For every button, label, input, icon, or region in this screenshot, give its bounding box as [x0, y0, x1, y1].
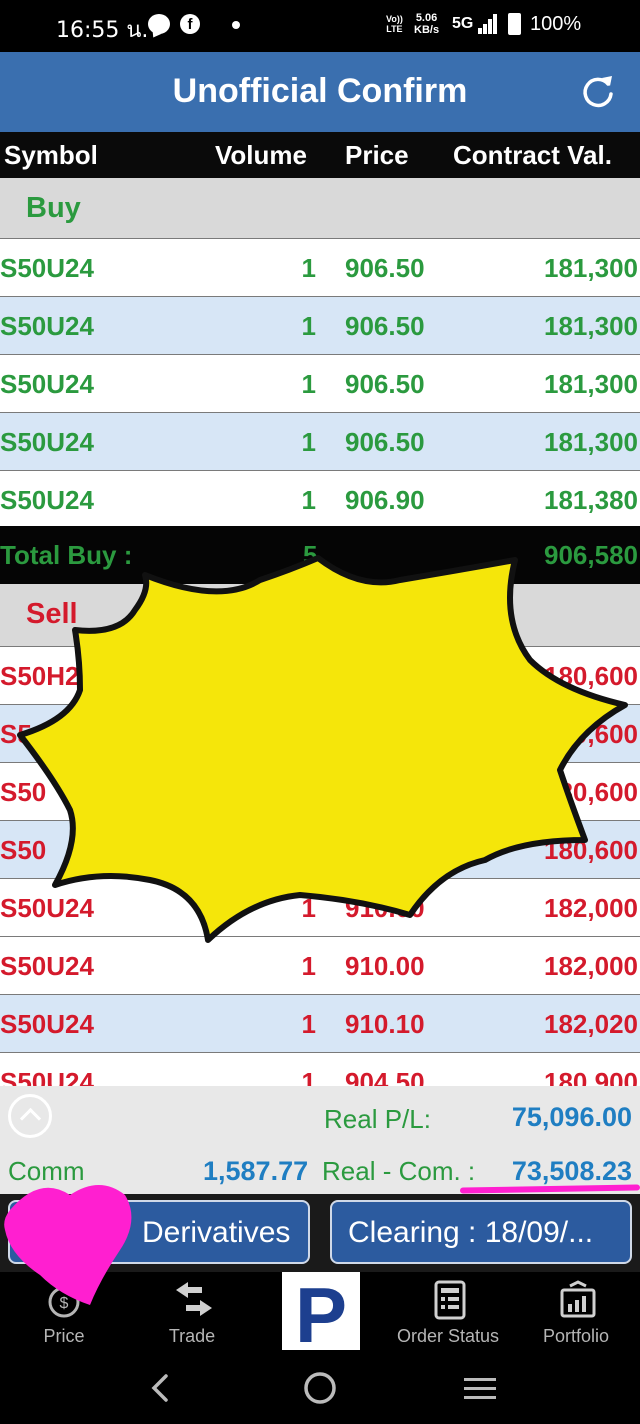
row-price: 910.10 [345, 1009, 425, 1039]
yellow-burst-overlay [17, 555, 628, 943]
tab-trade[interactable]: Trade [128, 1272, 256, 1352]
col-volume: Volume [215, 140, 307, 170]
row-symbol: S50U24 [0, 1009, 94, 1039]
real-pl-label: Real P/L: [324, 1104, 431, 1134]
row-value: 181,300 [544, 369, 638, 399]
refresh-icon[interactable] [578, 72, 618, 112]
row-price: 906.90 [345, 485, 425, 515]
home-icon[interactable] [302, 1370, 338, 1406]
table-row[interactable]: S50U24 1 906.50 181,300 [0, 412, 640, 470]
buy-label: Buy [26, 192, 81, 224]
speed-unit: KB/s [414, 24, 440, 36]
facebook-icon: f [180, 14, 200, 34]
scroll-up-icon[interactable] [8, 1094, 52, 1138]
row-symbol: S50U24 [0, 253, 94, 283]
row-symbol: S50U24 [0, 369, 94, 399]
status-time: 16:55 น. [56, 18, 149, 43]
row-value: 181,300 [544, 427, 638, 457]
tab-trade-label: Trade [168, 1326, 216, 1346]
network-speed: 5.06 KB/s [414, 12, 439, 36]
tab-order-status[interactable]: Order Status [384, 1272, 512, 1352]
comm-value: 1,587.77 [203, 1156, 309, 1186]
real-pl-value: 75,096.00 [511, 1102, 632, 1132]
portfolio-icon [560, 1280, 596, 1318]
table-row[interactable]: S50U24 1 906.50 181,300 [0, 354, 640, 412]
row-price: 906.50 [345, 253, 425, 283]
network-type: 5G [452, 15, 474, 32]
col-price: Price [345, 140, 409, 170]
column-header: Symbol Volume Price Contract Val. [0, 132, 640, 178]
signal-icon [478, 14, 498, 34]
row-value: 180,900 [544, 1067, 638, 1086]
volte-indicator: Vo)) LTE [386, 14, 403, 34]
speed-value: 5.06 [415, 12, 438, 24]
table-row[interactable]: S50U24 1 906.90 181,380 [0, 470, 640, 526]
summary-panel: Real P/L: 75,096.00 Comm 1,587.77 Real -… [0, 1086, 640, 1194]
real-minus-comm-value: 73,508.23 [511, 1156, 632, 1186]
real-minus-comm-label: Real - Com. : [322, 1156, 476, 1186]
table-row[interactable]: S50U24 1 906.50 181,300 [0, 238, 640, 296]
tab-portfolio-label: Portfolio [542, 1326, 610, 1346]
row-volume: 1 [301, 311, 316, 341]
row-value: 181,300 [544, 311, 638, 341]
trade-arrows-icon [176, 1282, 212, 1316]
title-bar: Unofficial Confirm [0, 52, 640, 132]
battery-percent: 100% [530, 13, 582, 35]
page-title: Unofficial Confirm [172, 72, 468, 110]
recent-apps-icon[interactable] [462, 1374, 498, 1404]
row-value: 181,300 [544, 253, 638, 283]
table-row[interactable]: S50U24 1 904.50 180,900 [0, 1052, 640, 1086]
tab-order-status-label: Order Status [396, 1326, 500, 1346]
row-price: 906.50 [345, 311, 425, 341]
col-symbol: Symbol [4, 140, 98, 170]
row-volume: 1 [301, 1009, 316, 1039]
clearing-button[interactable]: Clearing : 18/09/... [330, 1200, 632, 1264]
status-bar: 16:55 น. f Vo)) LTE 5.06 KB/s 5G 100% [0, 0, 640, 52]
row-price: 906.50 [345, 369, 425, 399]
volte-top: Vo)) [386, 14, 403, 24]
row-volume: 1 [301, 485, 316, 515]
volte-bottom: LTE [386, 24, 403, 34]
col-contract-value: Contract Val. [453, 140, 612, 170]
table-row[interactable]: S50U24 1 910.10 182,020 [0, 994, 640, 1052]
buy-section-header: Buy [0, 178, 640, 238]
p-logo-icon: P [294, 1271, 348, 1359]
row-value: 181,380 [544, 485, 638, 515]
pink-scribble-overlay [4, 1185, 132, 1305]
table-row[interactable]: S50U24 1 906.50 181,300 [0, 296, 640, 354]
chat-bubble-icon [148, 14, 170, 34]
row-volume: 1 [301, 1067, 316, 1086]
tab-price-label: Price [43, 1326, 85, 1346]
row-value: 182,020 [544, 1009, 638, 1039]
row-volume: 1 [301, 369, 316, 399]
row-volume: 1 [301, 253, 316, 283]
row-symbol: S50U24 [0, 427, 94, 457]
tab-portfolio[interactable]: Portfolio [512, 1272, 640, 1352]
row-symbol: S50U24 [0, 485, 94, 515]
battery-icon [508, 13, 521, 35]
order-status-icon [434, 1280, 466, 1320]
row-symbol: S50U24 [0, 311, 94, 341]
row-price: 906.50 [345, 427, 425, 457]
notification-dot-icon [232, 21, 240, 29]
row-symbol: S50U24 [0, 1067, 94, 1086]
system-nav-bar [0, 1352, 640, 1424]
tab-home-p[interactable]: P [282, 1271, 360, 1359]
row-price: 904.50 [345, 1067, 425, 1086]
row-volume: 1 [301, 427, 316, 457]
back-icon[interactable] [146, 1372, 176, 1404]
